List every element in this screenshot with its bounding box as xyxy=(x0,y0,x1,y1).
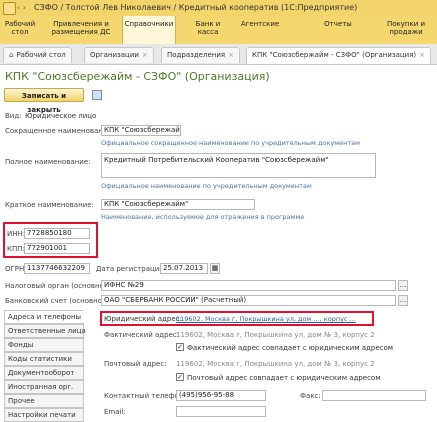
menu-reports-label: Отчеты xyxy=(324,20,352,28)
inn-field[interactable]: 7728850180 xyxy=(24,228,90,239)
sidetab-print-settings[interactable]: Настройки печати xyxy=(4,408,84,422)
legal-address-link[interactable]: 119602, Москва г, Покрышкина ул, дом ...… xyxy=(176,315,356,323)
nav-arrows-icon[interactable]: ‹ › xyxy=(17,3,26,12)
select-button[interactable]: … xyxy=(398,280,408,291)
sidetab-other[interactable]: Прочее xyxy=(4,394,84,408)
select-button[interactable]: … xyxy=(398,295,408,306)
actual-address-label: Фактический адрес: xyxy=(104,331,180,339)
reg-date-label: Дата регистрации: xyxy=(96,265,167,273)
email-label: Email: xyxy=(104,408,126,416)
tab-organizations-label: Организации xyxy=(90,51,139,59)
short-name-field[interactable]: КПК "Союзсбережайм" xyxy=(101,125,181,136)
menu-funds[interactable]: Привлечения и размещения ДС xyxy=(42,16,120,44)
section-menubar: Рабочий стол Привлечения и размещения ДС… xyxy=(0,16,437,45)
postal-same-label: Почтовый адрес совпадает с юридическим а… xyxy=(187,374,381,382)
short-name-hint: Официальное сокращенное наименование по … xyxy=(101,139,361,147)
fax-label: Факс: xyxy=(300,392,321,400)
sidetab-responsible[interactable]: Ответственные лица xyxy=(4,324,86,338)
window-title: СЗФО / Толстой Лев Николаевич / Кредитны… xyxy=(34,3,358,12)
tab-departments[interactable]: Подразделения × xyxy=(161,47,240,63)
brief-name-label: Краткое наименование: xyxy=(5,201,94,209)
full-name-hint: Официальное наименование по учредительны… xyxy=(101,182,312,190)
tax-authority-field[interactable]: ИФНС №29 xyxy=(101,280,396,291)
full-name-field[interactable]: Кредитный Потребительский Кооператив "Со… xyxy=(101,153,376,178)
ogrn-field[interactable]: 1137746632209 xyxy=(24,263,90,274)
actual-same-label: Фактический адрес совпадает с юридически… xyxy=(187,344,394,352)
save-and-close-button[interactable]: Записать и закрыть xyxy=(4,88,84,114)
email-field[interactable] xyxy=(176,406,266,417)
sidetab-foreign-org[interactable]: Иностранная орг. xyxy=(4,380,84,394)
phone-label: Контактный телефон: xyxy=(104,392,186,400)
reg-date-field[interactable]: 25.07.2013 xyxy=(160,263,208,274)
fax-field[interactable] xyxy=(322,390,426,401)
menu-bank-label: Банк и касса xyxy=(195,20,221,36)
brief-name-hint: Наименование, используемое для отражения… xyxy=(101,213,305,221)
tab-organizations[interactable]: Организации × xyxy=(84,47,154,63)
actual-address-value[interactable]: 119602, Москва г, Покрышкина ул, дом № 3… xyxy=(176,331,375,339)
close-icon[interactable]: × xyxy=(142,51,148,59)
kind-value: Юридическое лицо xyxy=(25,112,97,120)
sidetab-funds[interactable]: Фонды xyxy=(4,338,84,352)
calendar-icon[interactable]: ▦ xyxy=(210,263,220,274)
tab-organization-card-label: КПК "Союзсбержайм - СЗФО" (Организация) xyxy=(252,51,417,59)
postal-address-value[interactable]: 119602, Москва г, Покрышкина ул, дом № 3… xyxy=(176,360,375,368)
menu-agency-label: Агентские xyxy=(240,20,280,28)
bank-account-label: Банковский счет (основной): xyxy=(5,297,112,305)
phone-field[interactable]: (495)956-95-88 xyxy=(176,390,266,401)
menu-purchases[interactable]: Покупки и продажи xyxy=(380,16,432,44)
menu-funds-label: Привлечения и размещения ДС xyxy=(51,20,111,36)
tab-desktop-label: Рабочий стол xyxy=(16,51,66,59)
home-icon: ⌂ xyxy=(9,51,14,59)
bank-account-field[interactable]: ОАО "СБЕРБАНК РОССИИ" (Расчетный) xyxy=(101,295,396,306)
menu-desktop[interactable]: Рабочий стол xyxy=(0,16,40,44)
menu-agency[interactable]: Агентские xyxy=(238,16,282,44)
menu-catalogs[interactable]: Справочники xyxy=(122,16,176,44)
open-tabs-bar: ⌂ Рабочий стол Организации × Подразделения… xyxy=(0,44,437,65)
full-name-label: Полное наименование: xyxy=(5,158,91,166)
page-title: КПК "Союзсбережайм - СЗФО" (Организация) xyxy=(5,70,270,83)
postal-address-label: Почтовый адрес: xyxy=(104,360,167,368)
brief-name-field[interactable]: КПК "Союзсбережайм" xyxy=(101,199,255,210)
tab-departments-label: Подразделения xyxy=(167,51,226,59)
window-titlebar: ‹ › СЗФО / Толстой Лев Николаевич / Кред… xyxy=(0,0,437,17)
short-name-label: Сокращенное наименование: xyxy=(5,127,115,135)
sidetab-document-flow[interactable]: Документооборот xyxy=(4,366,84,380)
menu-catalogs-label: Справочники xyxy=(124,20,174,28)
menu-desktop-label: Рабочий стол xyxy=(4,20,36,36)
close-icon[interactable]: × xyxy=(419,51,425,59)
actual-same-checkbox[interactable]: ✓ xyxy=(176,343,184,351)
save-icon[interactable] xyxy=(92,90,102,100)
sidetab-statistics-codes[interactable]: Коды статистики xyxy=(4,352,84,366)
legal-address-label: Юридический адрес: xyxy=(104,315,182,323)
tab-organization-card[interactable]: КПК "Союзсбержайм - СЗФО" (Организация) × xyxy=(246,47,432,64)
kind-label: Вид: xyxy=(5,112,22,120)
kpp-field[interactable]: 772901001 xyxy=(24,243,90,254)
postal-same-checkbox[interactable]: ✓ xyxy=(176,373,184,381)
tab-desktop[interactable]: ⌂ Рабочий стол xyxy=(3,47,72,63)
close-icon[interactable]: × xyxy=(228,51,234,59)
kpp-label: КПП: xyxy=(7,245,25,253)
menu-purchases-label: Покупки и продажи xyxy=(386,20,426,36)
sidetab-addresses[interactable]: Адреса и телефоны xyxy=(4,310,84,324)
menu-reports[interactable]: Отчеты xyxy=(318,16,358,44)
inn-label: ИНН: xyxy=(7,230,26,238)
menu-bank[interactable]: Банк и касса xyxy=(188,16,228,44)
tax-authority-label: Налоговый орган (основной): xyxy=(5,282,114,290)
app-logo-icon xyxy=(3,2,16,15)
